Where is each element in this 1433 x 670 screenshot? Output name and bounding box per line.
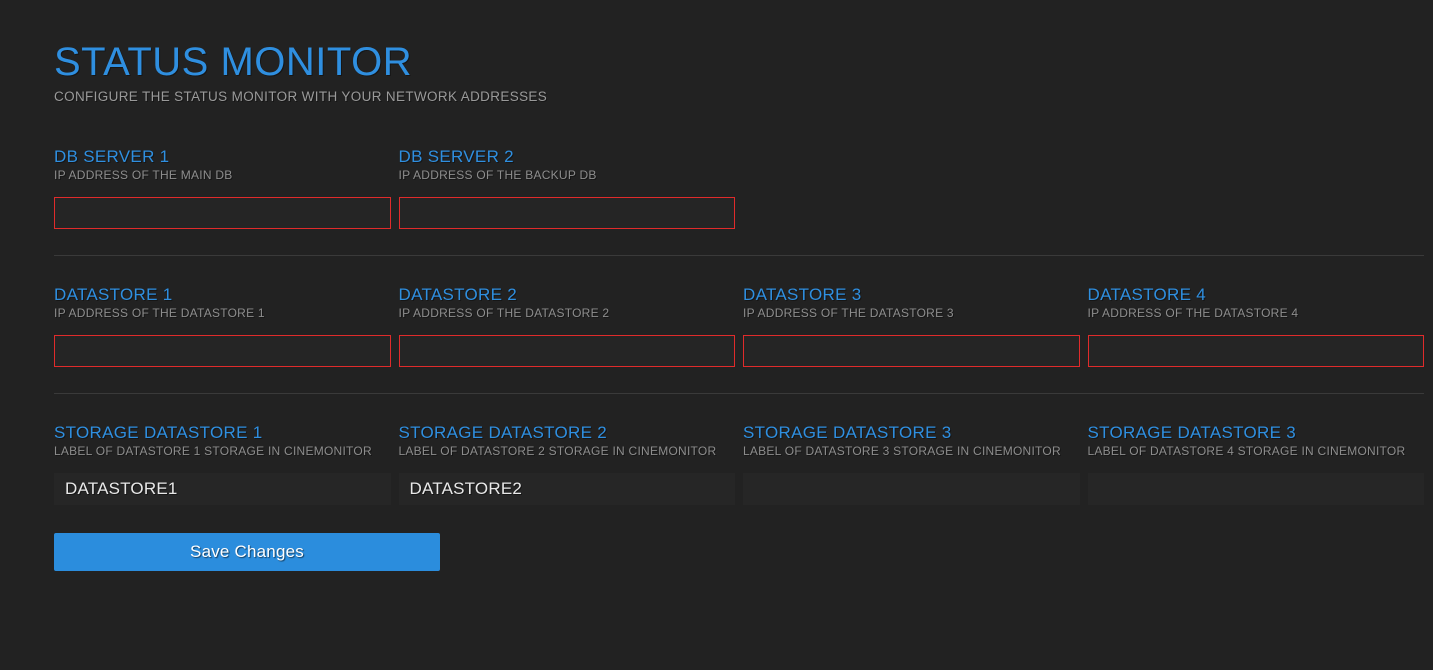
- field-db-server-2: DB SERVER 2 IP ADDRESS OF THE BACKUP DB: [398, 146, 735, 229]
- input-storage-datastore-3[interactable]: [743, 473, 1080, 505]
- pre-divider-spacer-1: [54, 229, 1424, 255]
- storage-datastores-field-grid: STORAGE DATASTORE 1 LABEL OF DATASTORE 1…: [54, 422, 1424, 505]
- input-datastore-4[interactable]: [1087, 335, 1424, 367]
- grid-filler-a: [743, 146, 1080, 229]
- field-hint-datastore-4: IP ADDRESS OF THE DATASTORE 4: [1087, 306, 1299, 320]
- field-label-datastore-3: DATASTORE 3: [743, 285, 862, 304]
- datastores-field-grid: DATASTORE 1 IP ADDRESS OF THE DATASTORE …: [54, 284, 1424, 367]
- status-monitor-page: STATUS MONITOR CONFIGURE THE STATUS MONI…: [0, 0, 1433, 670]
- section-storage-datastores: STORAGE DATASTORE 1 LABEL OF DATASTORE 1…: [54, 422, 1424, 505]
- field-hint-datastore-3: IP ADDRESS OF THE DATASTORE 3: [743, 306, 954, 320]
- field-hint-datastore-1: IP ADDRESS OF THE DATASTORE 1: [54, 306, 265, 320]
- field-label-datastore-1: DATASTORE 1: [54, 285, 173, 304]
- field-label-datastore-4: DATASTORE 4: [1087, 285, 1207, 304]
- field-storage-datastore-2: STORAGE DATASTORE 2 LABEL OF DATASTORE 2…: [398, 422, 735, 505]
- field-label-storage-datastore-1: STORAGE DATASTORE 1: [54, 423, 263, 442]
- field-label-db-server-2: DB SERVER 2: [398, 147, 514, 166]
- field-label-storage-datastore-3: STORAGE DATASTORE 3: [743, 423, 952, 442]
- field-hint-db-server-2: IP ADDRESS OF THE BACKUP DB: [398, 168, 597, 182]
- field-hint-storage-datastore-3: LABEL OF DATASTORE 3 STORAGE IN CINEMONI…: [743, 444, 1061, 458]
- field-datastore-1: DATASTORE 1 IP ADDRESS OF THE DATASTORE …: [54, 284, 391, 367]
- input-db-server-1[interactable]: [54, 197, 391, 229]
- post-divider-spacer-1: [54, 256, 1424, 284]
- field-storage-datastore-4: STORAGE DATASTORE 3 LABEL OF DATASTORE 4…: [1087, 422, 1424, 505]
- field-storage-datastore-1: STORAGE DATASTORE 1 LABEL OF DATASTORE 1…: [54, 422, 391, 505]
- input-db-server-2[interactable]: [398, 197, 735, 229]
- field-hint-datastore-2: IP ADDRESS OF THE DATASTORE 2: [398, 306, 610, 320]
- post-divider-spacer-2: [54, 394, 1424, 422]
- pre-divider-spacer-2: [54, 367, 1424, 393]
- input-storage-datastore-1[interactable]: [54, 473, 391, 505]
- section-db-servers: DB SERVER 1 IP ADDRESS OF THE MAIN DB DB…: [54, 146, 1424, 229]
- field-datastore-4: DATASTORE 4 IP ADDRESS OF THE DATASTORE …: [1087, 284, 1424, 367]
- save-changes-button[interactable]: Save Changes: [54, 533, 440, 571]
- header-spacer: [54, 105, 1424, 146]
- input-storage-datastore-4[interactable]: [1087, 473, 1424, 505]
- db-servers-field-grid: DB SERVER 1 IP ADDRESS OF THE MAIN DB DB…: [54, 146, 1424, 229]
- field-hint-storage-datastore-1: LABEL OF DATASTORE 1 STORAGE IN CINEMONI…: [54, 444, 372, 458]
- page-subtitle: CONFIGURE THE STATUS MONITOR WITH YOUR N…: [54, 89, 548, 104]
- input-datastore-1[interactable]: [54, 335, 391, 367]
- field-hint-storage-datastore-2: LABEL OF DATASTORE 2 STORAGE IN CINEMONI…: [398, 444, 717, 458]
- page-header: STATUS MONITOR CONFIGURE THE STATUS MONI…: [54, 0, 1424, 105]
- field-storage-datastore-3: STORAGE DATASTORE 3 LABEL OF DATASTORE 3…: [743, 422, 1080, 505]
- field-db-server-1: DB SERVER 1 IP ADDRESS OF THE MAIN DB: [54, 146, 391, 229]
- form-actions: Save Changes: [54, 533, 1424, 571]
- field-label-storage-datastore-4: STORAGE DATASTORE 3: [1087, 423, 1296, 442]
- input-storage-datastore-2[interactable]: [398, 473, 735, 505]
- field-label-datastore-2: DATASTORE 2: [398, 285, 518, 304]
- field-label-storage-datastore-2: STORAGE DATASTORE 2: [398, 423, 607, 442]
- grid-filler-b: [1088, 146, 1425, 229]
- field-datastore-3: DATASTORE 3 IP ADDRESS OF THE DATASTORE …: [743, 284, 1080, 367]
- field-hint-storage-datastore-4: LABEL OF DATASTORE 4 STORAGE IN CINEMONI…: [1087, 444, 1406, 458]
- field-hint-db-server-1: IP ADDRESS OF THE MAIN DB: [54, 168, 233, 182]
- field-label-db-server-1: DB SERVER 1: [54, 147, 170, 166]
- input-datastore-2[interactable]: [398, 335, 735, 367]
- input-datastore-3[interactable]: [743, 335, 1080, 367]
- page-title: STATUS MONITOR: [54, 40, 413, 84]
- section-datastores: DATASTORE 1 IP ADDRESS OF THE DATASTORE …: [54, 284, 1424, 367]
- field-datastore-2: DATASTORE 2 IP ADDRESS OF THE DATASTORE …: [398, 284, 735, 367]
